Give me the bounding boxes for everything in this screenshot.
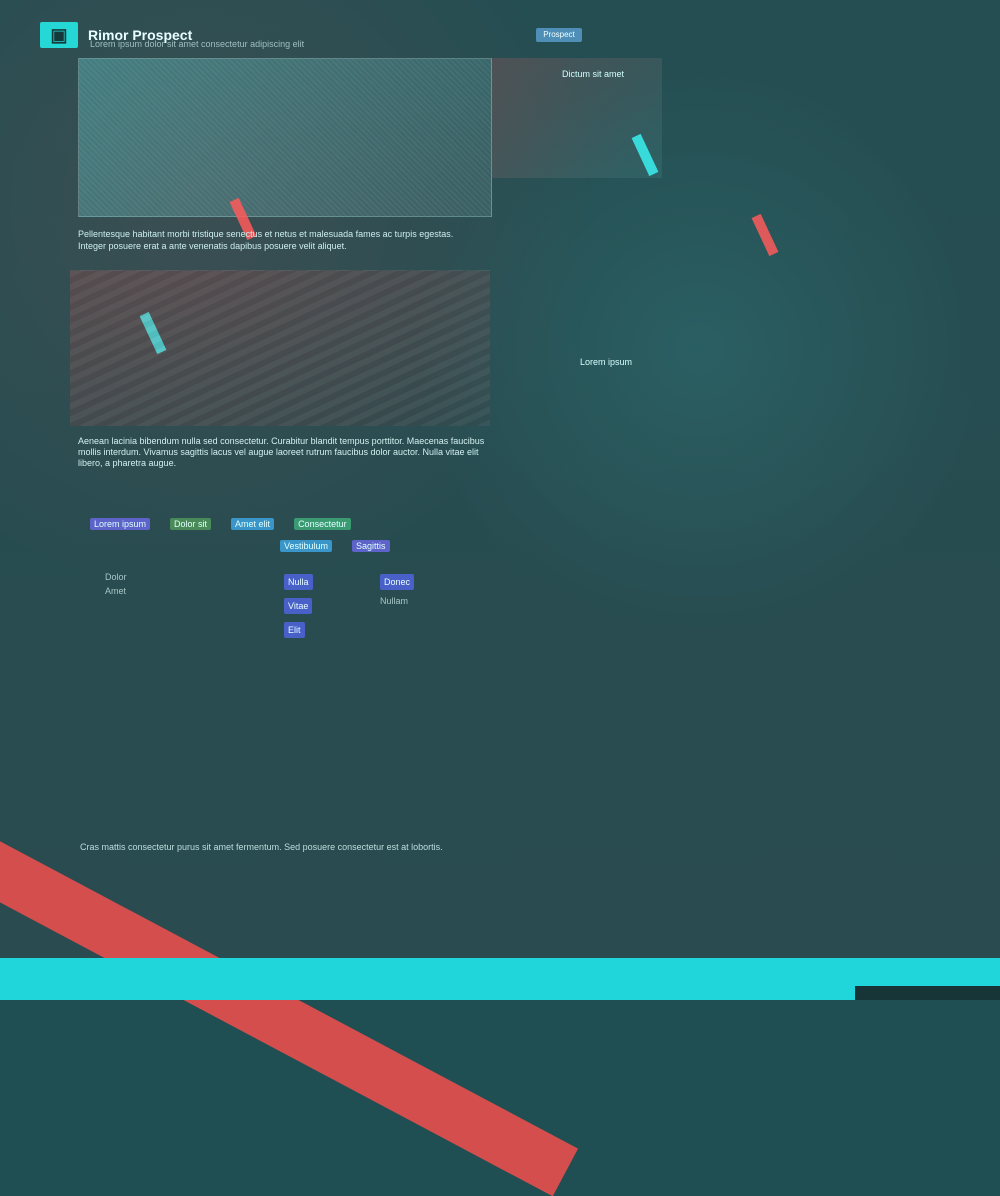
logo-icon: ▣ bbox=[40, 22, 78, 48]
tag[interactable]: Sagittis bbox=[352, 540, 390, 552]
hero-side-title: Dictum sit amet bbox=[562, 69, 625, 79]
body-copy: Aenean lacinia bibendum nulla sed consec… bbox=[78, 436, 485, 468]
list-chip[interactable]: Elit bbox=[284, 622, 305, 638]
tag[interactable]: Vestibulum bbox=[280, 540, 333, 552]
footer-text: Cras mattis consectetur purus sit amet f… bbox=[80, 842, 443, 852]
tag-row-1: Lorem ipsum Dolor sit Amet elit Consecte… bbox=[90, 518, 450, 530]
tag[interactable]: Consectetur bbox=[294, 518, 351, 530]
hero-image bbox=[78, 58, 492, 217]
diagram-label: Lorem ipsum bbox=[580, 357, 633, 367]
list-chip[interactable]: Donec bbox=[380, 574, 415, 590]
site-subtitle: Lorem ipsum dolor sit amet consectetur a… bbox=[90, 39, 305, 49]
list-middle: Nulla Vitae Elit bbox=[284, 570, 313, 642]
list-chip[interactable]: Vitae bbox=[284, 598, 313, 614]
diagram-image bbox=[70, 270, 490, 426]
bottom-dark-panel bbox=[855, 986, 1000, 1000]
list-right: Donec Nullam bbox=[380, 570, 415, 608]
tag-row-2: Vestibulum Sagittis bbox=[90, 540, 450, 552]
bottom-strip bbox=[0, 958, 1000, 1000]
intro-text: Pellentesque habitant morbi tristique se… bbox=[78, 229, 454, 251]
tag[interactable]: Lorem ipsum bbox=[90, 518, 151, 530]
list-item: Nullam bbox=[380, 596, 409, 606]
page-canvas: ▣ Rimor Prospect Lorem ipsum dolor sit a… bbox=[0, 0, 1000, 1196]
nav-chip[interactable]: Prospect bbox=[536, 28, 582, 42]
list-item: Amet bbox=[105, 586, 127, 596]
diagonal-band bbox=[0, 820, 579, 1196]
tag-area: Lorem ipsum Dolor sit Amet elit Consecte… bbox=[90, 518, 450, 562]
tag[interactable]: Dolor sit bbox=[170, 518, 212, 530]
tag[interactable]: Amet elit bbox=[231, 518, 275, 530]
list-chip[interactable]: Nulla bbox=[284, 574, 313, 590]
list-item: Dolor bbox=[105, 572, 127, 582]
accent-bar bbox=[751, 213, 779, 257]
top-nav: Prospect bbox=[536, 28, 622, 42]
list-left: Dolor Amet bbox=[105, 570, 127, 598]
